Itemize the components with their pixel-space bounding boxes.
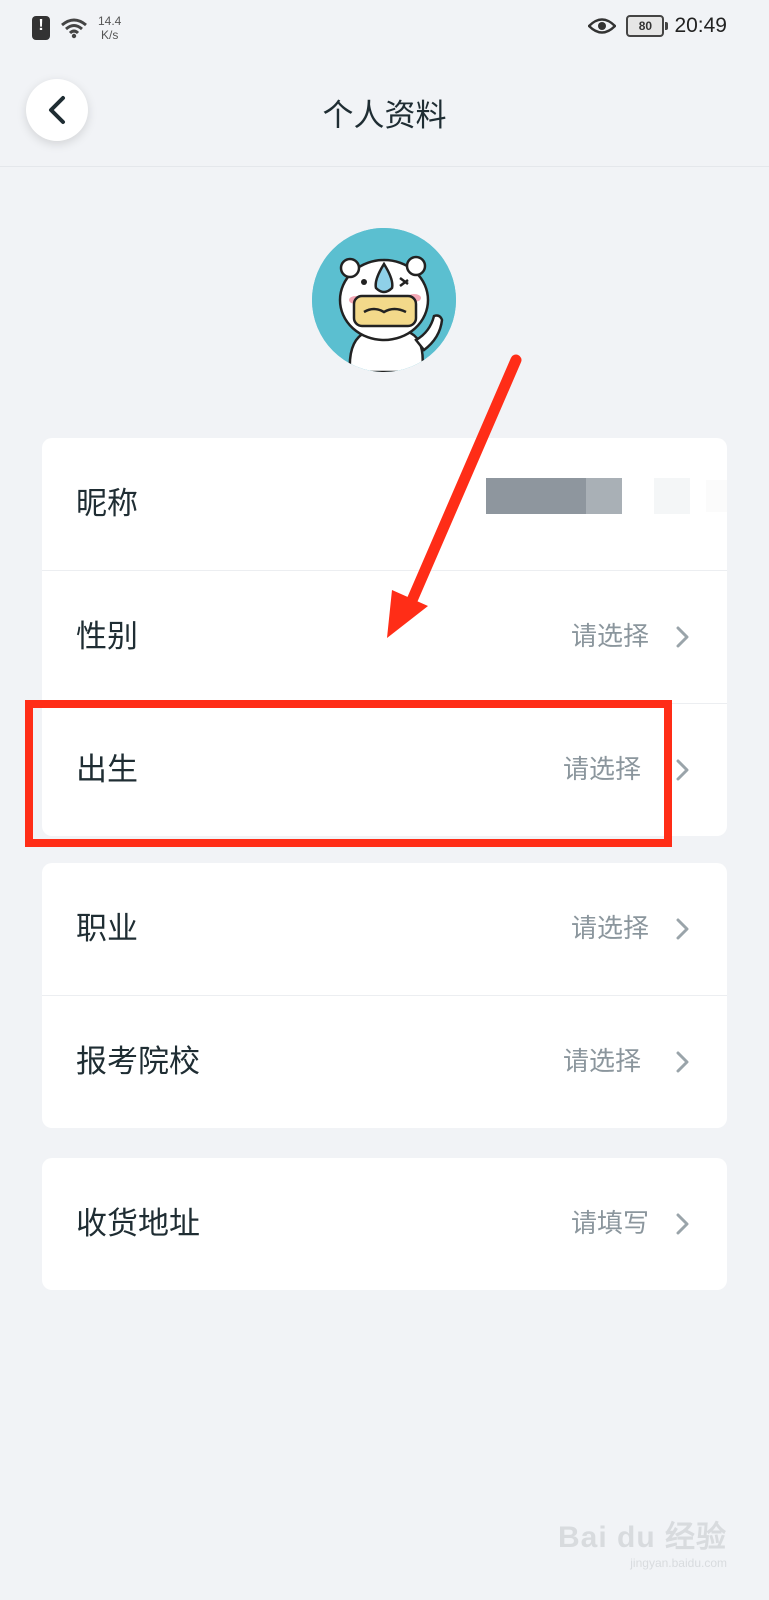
clock: 20:49: [674, 14, 727, 37]
app-header: 个人资料: [0, 62, 769, 167]
avatar[interactable]: [312, 228, 456, 372]
profile-card-address: 收货地址 请填写: [42, 1158, 727, 1290]
gender-label: 性别: [76, 619, 138, 655]
profile-card-basic: 昵称 性别 请选择 出生 请选择: [42, 438, 727, 836]
target-school-label: 报考院校: [76, 1044, 200, 1080]
avatar-cartoon-bear-image: [312, 228, 456, 372]
chevron-right-icon: [676, 1051, 689, 1073]
watermark-sub: jingyan.baidu.com: [630, 1556, 727, 1570]
nickname-row[interactable]: 昵称: [42, 438, 727, 571]
chevron-right-icon: [676, 626, 689, 648]
nickname-label: 昵称: [76, 486, 138, 522]
network-speed: 14.4 K/s: [98, 14, 121, 42]
target-school-value: 请选择: [562, 1047, 641, 1077]
status-bar: 14.4 K/s 80 20:49: [0, 0, 769, 62]
wifi-icon: [61, 18, 87, 39]
page-title: 个人资料: [322, 98, 447, 134]
chevron-right-icon: [676, 759, 689, 781]
birth-row[interactable]: 出生 请选择: [42, 704, 727, 836]
status-right: 80 20:49: [588, 14, 727, 38]
shipping-address-value: 请填写: [570, 1209, 649, 1239]
network-speed-value: 14.4: [98, 14, 122, 28]
baidu-jingyan-watermark: Bai du 经验 jingyan.baidu.com: [558, 1512, 727, 1570]
battery-icon: 80: [626, 15, 669, 37]
gender-row[interactable]: 性别 请选择: [42, 571, 727, 704]
profile-card-study: 职业 请选择 报考院校 请选择: [42, 863, 727, 1128]
occupation-value: 请选择: [570, 914, 649, 944]
gender-value: 请选择: [570, 622, 649, 652]
status-left: 14.4 K/s: [32, 14, 121, 42]
shipping-address-label: 收货地址: [76, 1206, 200, 1242]
target-school-row[interactable]: 报考院校 请选择: [42, 996, 727, 1128]
shipping-address-row[interactable]: 收货地址 请填写: [42, 1158, 727, 1290]
occupation-label: 职业: [76, 911, 138, 947]
nickname-blurred-value-part: [586, 478, 622, 514]
eye-icon: [588, 18, 617, 34]
nickname-blurred-value-part: [706, 480, 727, 512]
network-speed-unit: K/s: [101, 28, 119, 42]
birth-value: 请选择: [562, 755, 641, 785]
chevron-right-icon: [676, 918, 689, 940]
watermark-main: Bai du 经验: [557, 1521, 727, 1554]
nickname-blurred-value-part: [654, 478, 690, 514]
occupation-row[interactable]: 职业 请选择: [42, 863, 727, 996]
nickname-blurred-value: [486, 478, 586, 514]
sim-alert-icon: [32, 16, 50, 40]
birth-label: 出生: [76, 752, 138, 788]
chevron-right-icon: [676, 1213, 689, 1235]
